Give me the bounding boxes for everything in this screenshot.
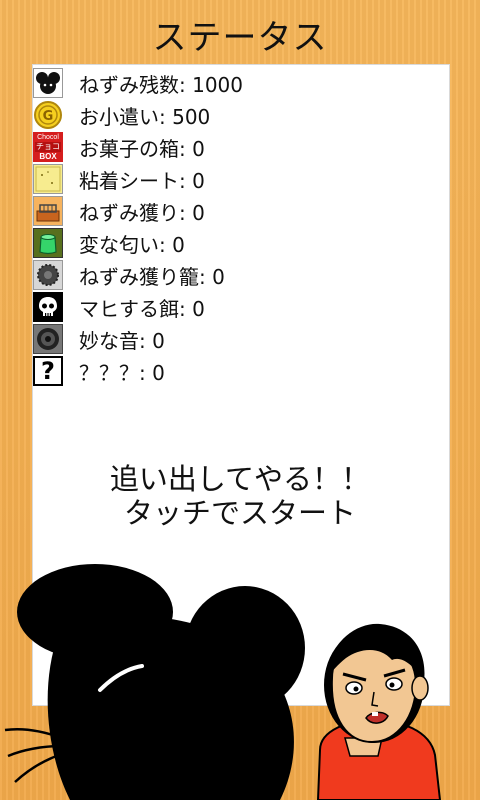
message-line-1: 追い出してやる！！ (109, 462, 371, 496)
status-label: ねずみ獲り: 0 (79, 200, 205, 225)
status-row-trap-cage: ねずみ獲り籠: 0 (33, 259, 433, 291)
gold-coin-icon: G (33, 100, 63, 130)
choco-box-text-bottom: BOX (39, 151, 57, 161)
screen-title: ステータス (152, 18, 328, 58)
message-line-2[interactable]: タッチでスタート (32, 496, 448, 530)
question-icon: ? (33, 356, 63, 386)
status-row-paralysis-bait: マヒする餌: 0 (33, 291, 433, 323)
status-label: ？？？: 0 (79, 360, 165, 385)
status-label: お小遣い: 500 (79, 104, 211, 129)
status-label: 妙な音: 0 (79, 328, 165, 353)
sticky-sheet-icon (33, 164, 63, 194)
status-row-strange-sound: 妙な音: 0 (33, 323, 433, 355)
boy-character (316, 623, 442, 800)
mouse-trap-icon (33, 196, 63, 226)
status-row-unknown: ? ？？？: 0 (33, 355, 433, 387)
status-label: マヒする餌: 0 (79, 296, 205, 321)
status-row-mouse-count: ねずみ残数: 1000 (33, 67, 433, 99)
skull-icon (33, 292, 63, 322)
mouse-face-icon (33, 68, 63, 98)
status-label: 粘着シート: 0 (79, 168, 205, 193)
status-row-allowance: G お小遣い: 500 (33, 99, 433, 131)
choco-box-text-top: Chocol (37, 133, 59, 141)
status-label: ねずみ残数: 1000 (79, 72, 244, 97)
choco-box-text-mid: チョコ (35, 141, 61, 152)
status-label: 変な匂い: 0 (79, 232, 185, 257)
choco-box-icon: Chocol チョコ BOX (33, 132, 63, 162)
status-row-sticky-sheet: 粘着シート: 0 (33, 163, 433, 195)
mouse-silhouette (4, 564, 305, 800)
smell-bottle-icon (33, 228, 63, 258)
status-row-strange-smell: 変な匂い: 0 (33, 227, 433, 259)
status-label: お菓子の箱: 0 (79, 136, 205, 161)
speaker-icon (33, 324, 63, 354)
start-message[interactable]: 追い出してやる！！ タッチでスタート (32, 462, 448, 530)
scene-illustration (4, 564, 442, 800)
status-row-mouse-trap: ねずみ獲り: 0 (33, 195, 433, 227)
trap-cage-icon (33, 260, 63, 290)
svg-text:G: G (43, 109, 54, 124)
status-row-candy-box: Chocol チョコ BOX お菓子の箱: 0 (33, 131, 433, 163)
status-label: ねずみ獲り籠: 0 (79, 264, 225, 289)
